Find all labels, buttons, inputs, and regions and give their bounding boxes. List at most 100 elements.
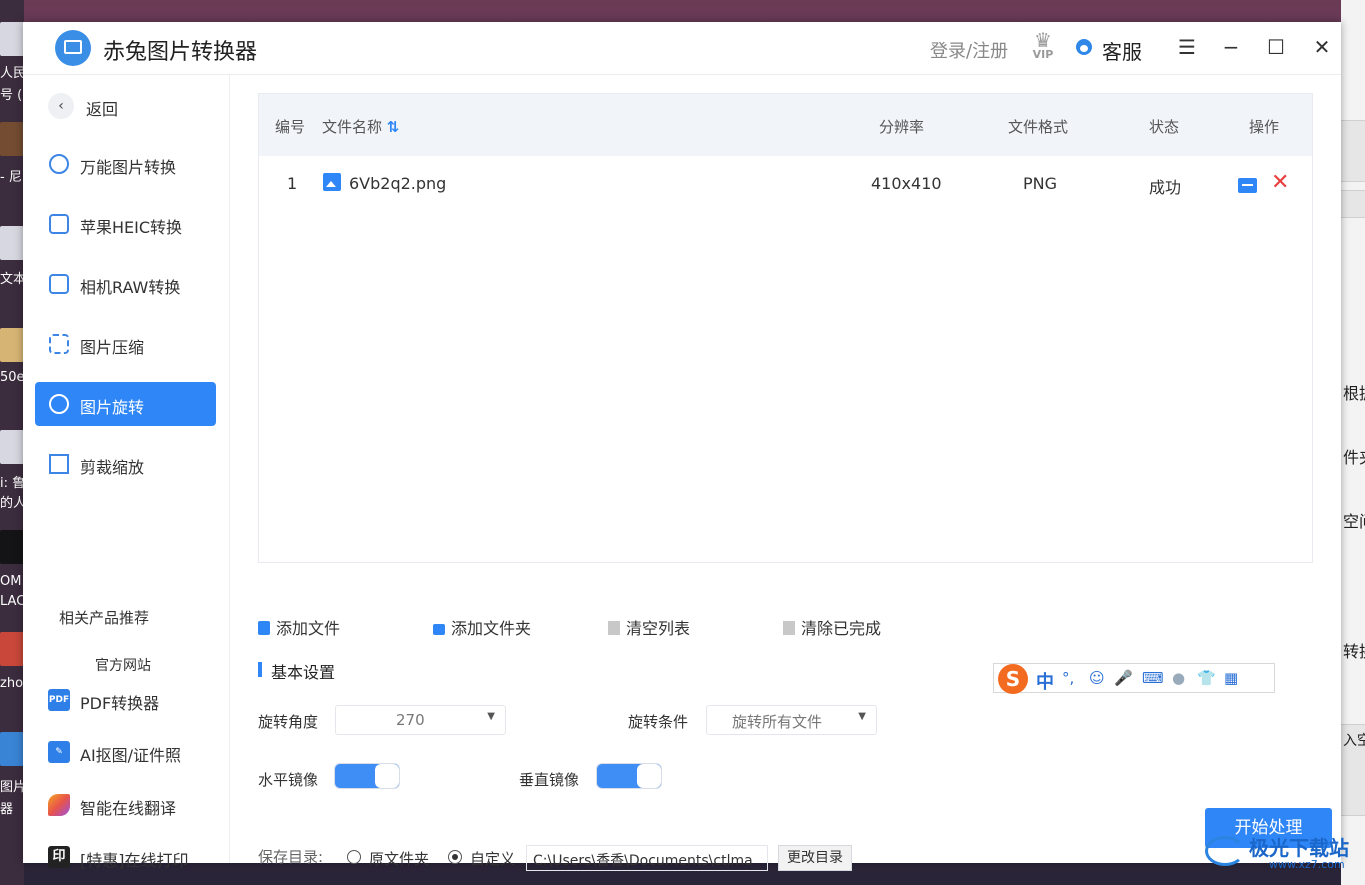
change-directory-button[interactable]: 更改目录 [778, 845, 852, 871]
back-label[interactable]: 返回 [86, 96, 118, 120]
maximize-icon[interactable]: ☐ [1261, 32, 1291, 62]
sidebar-item-label: 相机RAW转换 [80, 278, 181, 297]
clear-completed-label: 清除已完成 [801, 619, 882, 638]
rotate-condition-select[interactable]: 旋转所有文件 ▼ [706, 705, 877, 735]
sidebar-item-raw[interactable]: 相机RAW转换 [35, 262, 216, 306]
crop-icon [49, 454, 69, 474]
product-label: PDF转换器 [80, 694, 160, 713]
ai-cutout-icon: ✎ [48, 741, 70, 763]
minimize-icon[interactable]: − [1216, 32, 1246, 62]
save-directory-label: 保存目录: [258, 848, 324, 866]
desktop-label: 50e [0, 370, 24, 385]
user-icon[interactable]: ● [1172, 669, 1185, 687]
desktop-left-strip: 人民 号 (扌 - 尼 文本 50e i: 鲁 的人 OM LAC zho 图片… [0, 0, 24, 885]
sidebar-item-label: 万能图片转换 [80, 158, 177, 177]
sidebar-item-compress[interactable]: 图片压缩 [35, 322, 216, 366]
broom-icon [783, 621, 795, 635]
basic-settings-label: 基本设置 [271, 663, 336, 682]
product-pdf-converter[interactable]: PDF PDF转换器 [48, 687, 223, 715]
add-file-button[interactable]: 添加文件 [258, 615, 340, 639]
vip-badge-text: VIP [1032, 48, 1054, 61]
clear-list-button[interactable]: 清空列表 [608, 615, 690, 639]
delete-icon[interactable]: ✕ [1271, 170, 1289, 196]
menu-icon[interactable]: ☰ [1172, 32, 1202, 62]
sidebar-item-crop[interactable]: 剪裁缩放 [35, 442, 216, 486]
chevron-left-icon[interactable]: ‹ [48, 93, 74, 119]
sidebar-item-rotate[interactable]: 图片旋转 [35, 382, 216, 426]
ime-mode-toggle[interactable]: 中 [1036, 668, 1054, 694]
app-window: 赤兔图片转换器 登录/注册 ♛ VIP 客服 ☰ − ☐ ✕ ‹ 返回 万能图片… [23, 22, 1341, 871]
watermark-text: 极光下载站 [1249, 836, 1349, 860]
add-folder-button[interactable]: 添加文件夹 [433, 615, 531, 639]
background-toolbar [1341, 120, 1365, 182]
microphone-icon[interactable]: 🎤 [1114, 669, 1133, 687]
watermark-logo-icon [1205, 836, 1245, 866]
background-text: 入空 [1343, 733, 1365, 749]
chevron-down-icon: ▼ [858, 711, 866, 722]
main-panel: 编号 文件名称 ⇅ 分辨率 文件格式 状态 操作 1 6Vb2q2.png 41… [230, 75, 1341, 871]
rotate-angle-label: 旋转角度 [258, 713, 319, 731]
header-filename[interactable]: 文件名称 ⇅ [322, 116, 399, 137]
official-site-link[interactable]: 官方网站 [95, 655, 151, 675]
desktop-doc-icon[interactable] [0, 226, 24, 260]
skin-icon[interactable]: 👕 [1197, 669, 1216, 687]
desktop-label: OM [0, 574, 22, 589]
heic-icon [49, 214, 69, 234]
desktop-app-icon[interactable] [0, 732, 24, 766]
close-icon[interactable]: ✕ [1307, 32, 1337, 62]
save-path-input[interactable]: C:\Users\香香\Documents\ctlma [526, 845, 768, 871]
product-translate[interactable]: 智能在线翻译 [48, 792, 223, 820]
sogou-logo-icon[interactable]: S [998, 664, 1028, 694]
customer-service-icon[interactable] [1076, 39, 1092, 55]
keyboard-icon[interactable]: ⌨ [1142, 669, 1164, 687]
desktop-folder-icon[interactable] [0, 328, 24, 362]
desktop-app-icon[interactable] [0, 530, 24, 564]
product-ai-cutout[interactable]: ✎ AI抠图/证件照 [48, 739, 223, 767]
sort-icon[interactable]: ⇅ [387, 118, 400, 136]
horizontal-mirror-toggle[interactable] [334, 763, 400, 789]
product-online-print[interactable]: 印 [特惠]在线打印 [48, 844, 223, 872]
apps-grid-icon[interactable]: ▦ [1224, 669, 1238, 687]
radio-custom-folder[interactable] [448, 850, 462, 864]
vertical-mirror-toggle[interactable] [596, 763, 662, 789]
basic-settings-title: 基本设置 [258, 659, 335, 683]
vertical-mirror-label: 垂直镜像 [519, 771, 580, 789]
customer-service-button[interactable]: 客服 [1102, 36, 1142, 65]
header-filename-label: 文件名称 [322, 118, 383, 136]
desktop-label: zho [0, 676, 24, 691]
emoji-icon[interactable]: ☺ [1089, 669, 1105, 687]
folder-icon [433, 624, 445, 635]
background-text: 空间 [1343, 512, 1365, 531]
radio-original-folder[interactable] [347, 850, 361, 864]
table-header: 编号 文件名称 ⇅ 分辨率 文件格式 状态 操作 [259, 94, 1312, 156]
horizontal-mirror-label: 水平镜像 [258, 771, 319, 789]
desktop-image-icon[interactable] [0, 122, 24, 156]
table-row[interactable]: 1 6Vb2q2.png 410x410 PNG 成功 ✕ [259, 156, 1312, 210]
background-text: 转换 [1343, 642, 1365, 661]
sidebar-item-heic[interactable]: 苹果HEIC转换 [35, 202, 216, 246]
watermark-url: www.xz7.com [1269, 858, 1345, 871]
custom-folder-label[interactable]: 自定义 [470, 848, 515, 869]
desktop-doc-icon[interactable] [0, 430, 24, 464]
sidebar-item-label: 剪裁缩放 [80, 458, 145, 477]
sidebar-item-universal-convert[interactable]: 万能图片转换 [35, 142, 216, 186]
desktop-app-icon[interactable] [0, 632, 24, 666]
punctuation-icon[interactable]: °, [1062, 669, 1074, 687]
background-window-strip: 根据 件夹 空间 转换 入空 [1341, 0, 1365, 885]
add-file-icon [258, 621, 270, 635]
original-folder-label[interactable]: 原文件夹 [369, 848, 429, 869]
sidebar-item-label: 图片旋转 [80, 398, 145, 417]
sidebar-item-label: 苹果HEIC转换 [80, 218, 183, 237]
clear-completed-button[interactable]: 清除已完成 [783, 615, 881, 639]
rotate-condition-label: 旋转条件 [628, 713, 689, 731]
desktop-doc-icon[interactable] [0, 22, 24, 56]
image-convert-icon [49, 154, 69, 174]
rotate-angle-select[interactable]: 270 ▼ [335, 705, 506, 735]
login-register-link[interactable]: 登录/注册 [930, 37, 1008, 63]
desktop-label: LAC [0, 594, 24, 609]
vip-crown-icon[interactable]: ♛ VIP [1028, 30, 1058, 60]
add-file-label: 添加文件 [276, 619, 341, 638]
desktop-label: - 尼 [0, 170, 22, 185]
open-folder-icon[interactable] [1238, 178, 1257, 193]
ime-toolbar[interactable]: S 中 °, ☺ 🎤 ⌨ ● 👕 ▦ [993, 663, 1275, 694]
